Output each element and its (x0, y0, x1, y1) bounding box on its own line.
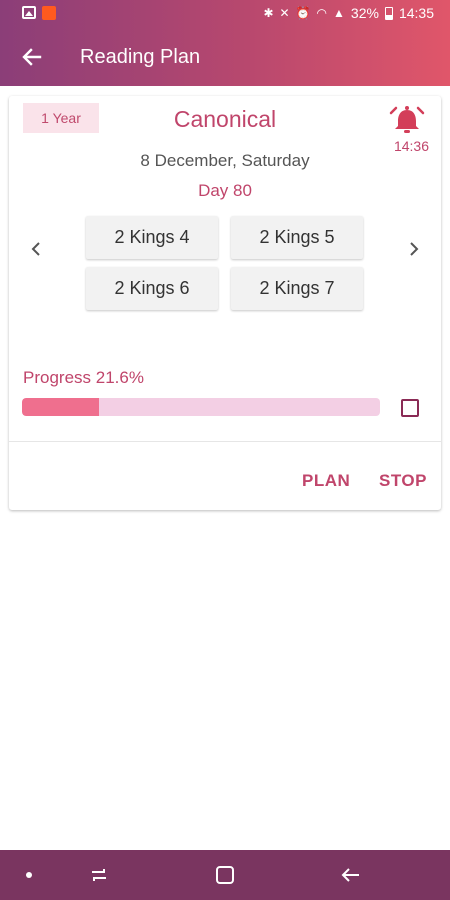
app-notification-icon (42, 6, 56, 20)
home-icon[interactable] (212, 862, 238, 888)
system-navigation-bar (0, 850, 450, 900)
recents-icon[interactable] (86, 862, 112, 888)
chapter-button[interactable]: 2 Kings 5 (231, 216, 363, 259)
bluetooth-icon: ✱ (263, 6, 274, 20)
nav-dot-icon (26, 872, 32, 878)
plan-name: Canonical (173, 106, 277, 132)
previous-day-button[interactable] (21, 234, 51, 264)
stop-button[interactable]: STOP (379, 471, 427, 491)
wifi-icon: ◠ (316, 6, 328, 20)
status-bar: ✱ ✕ ⏰ ◠ ▲ 32% 14:35 (0, 0, 450, 28)
plan-button[interactable]: PLAN (302, 471, 350, 491)
alarm-status-icon: ⏰ (295, 6, 311, 20)
progress-label: Progress 21.6% (23, 368, 144, 387)
chapter-button[interactable]: 2 Kings 6 (86, 267, 218, 310)
system-back-icon[interactable] (338, 862, 364, 888)
progress-bar-fill (22, 398, 100, 416)
reading-day: Day 80 (198, 181, 252, 200)
page-title: Reading Plan (80, 45, 201, 68)
chapter-button[interactable]: 2 Kings 7 (231, 267, 363, 310)
chevron-left-icon (31, 242, 40, 256)
card-divider (9, 441, 441, 442)
chapter-button[interactable]: 2 Kings 4 (86, 216, 218, 259)
reading-date: 8 December, Saturday (140, 151, 310, 170)
signal-icon: ▲ (333, 6, 345, 20)
gallery-notification-icon (22, 6, 36, 19)
status-time: 14:35 (398, 5, 434, 21)
next-day-button[interactable] (399, 234, 429, 264)
app-header: ✱ ✕ ⏰ ◠ ▲ 32% 14:35 Reading Plan (0, 0, 450, 86)
day-complete-checkbox[interactable] (401, 399, 419, 417)
chevron-right-icon (410, 242, 419, 256)
back-button[interactable] (0, 28, 64, 86)
toolbar: Reading Plan (0, 28, 450, 86)
battery-icon (384, 6, 393, 20)
chapter-buttons: 2 Kings 4 2 Kings 5 2 Kings 6 2 Kings 7 (86, 216, 366, 310)
mute-icon: ✕ (279, 6, 290, 20)
battery-percent: 32% (350, 5, 379, 21)
alarm-bell-icon[interactable] (389, 104, 425, 136)
progress-bar (22, 398, 380, 416)
reading-plan-card: 1 Year Canonical 14:36 8 December, Satur… (9, 96, 441, 510)
arrow-left-icon (22, 48, 42, 66)
